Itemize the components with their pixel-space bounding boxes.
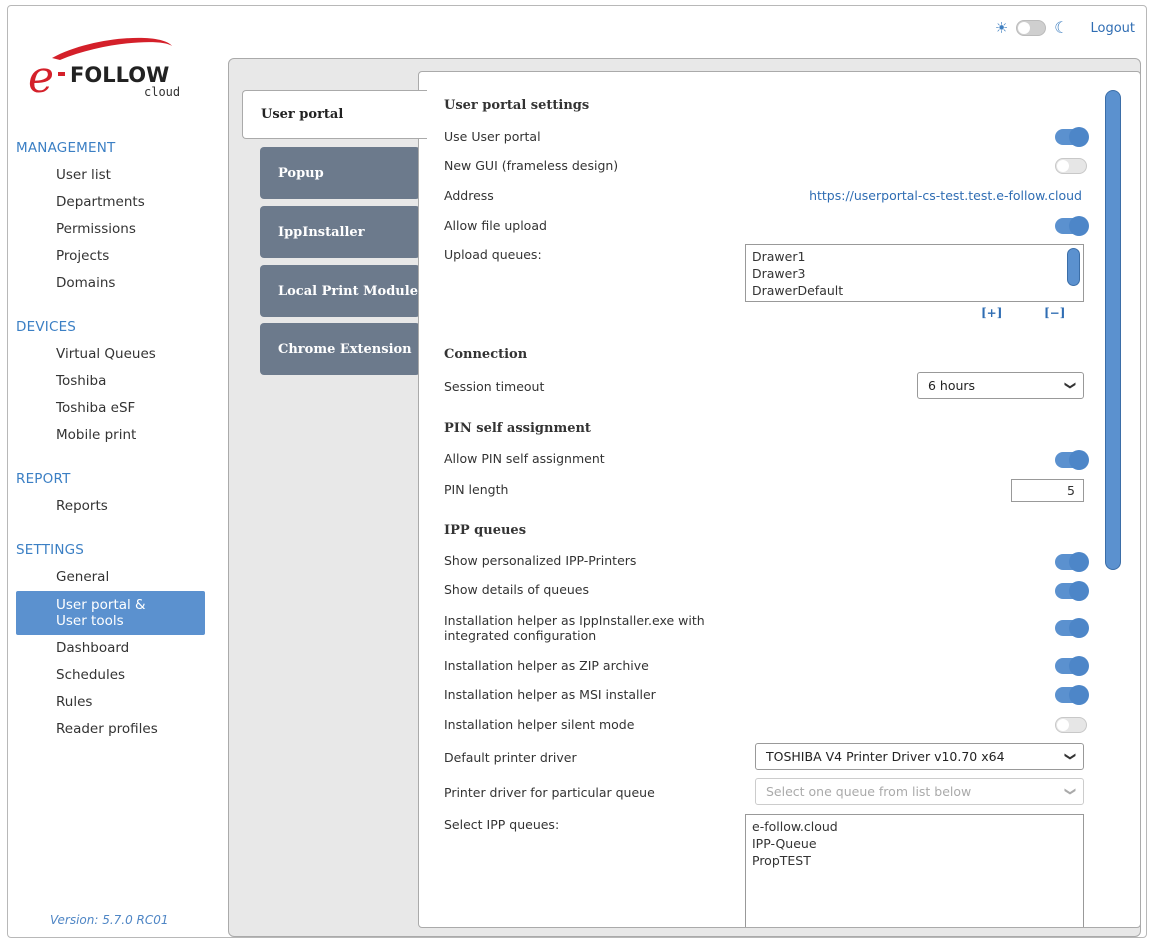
- pin-length-input[interactable]: 5: [1011, 479, 1084, 502]
- logo-follow: FOLLOW: [70, 63, 169, 87]
- logout-link[interactable]: Logout: [1090, 21, 1135, 36]
- toggle-allow-file-upload[interactable]: [1055, 216, 1089, 236]
- list-item[interactable]: Drawer1: [752, 248, 1077, 265]
- nav-projects[interactable]: Projects: [16, 243, 216, 270]
- list-item[interactable]: PropTEST: [752, 852, 1077, 869]
- list-item[interactable]: Drawer3: [752, 265, 1077, 282]
- list-item[interactable]: DrawerDefault: [752, 282, 1077, 299]
- label-show-details: Show details of queues: [444, 582, 590, 597]
- settings-panel: User portal settings Use User portal New…: [418, 71, 1141, 928]
- section-settings: SETTINGS: [16, 542, 85, 558]
- toggle-helper-zip[interactable]: [1055, 656, 1089, 676]
- nav-mobile-print[interactable]: Mobile print: [16, 422, 216, 449]
- toggle-show-details[interactable]: [1055, 581, 1089, 601]
- nav-toshiba[interactable]: Toshiba: [16, 368, 216, 395]
- section-devices: DEVICES: [16, 319, 77, 335]
- heading-ipp-queues: IPP queues: [444, 523, 527, 538]
- toggle-helper-exe[interactable]: [1055, 618, 1089, 638]
- nav-permissions[interactable]: Permissions: [16, 216, 216, 243]
- default-driver-select[interactable]: TOSHIBA V4 Printer Driver v10.70 x64 ❯: [755, 743, 1084, 770]
- tab-popup[interactable]: Popup: [260, 147, 420, 199]
- remove-queue-button[interactable]: [−]: [1044, 306, 1065, 320]
- logo-e: e: [28, 52, 54, 103]
- label-use-user-portal: Use User portal: [444, 129, 541, 144]
- list-item[interactable]: e-follow.cloud: [752, 818, 1077, 835]
- list-item[interactable]: IPP-Queue: [752, 835, 1077, 852]
- label-allow-pin: Allow PIN self assignment: [444, 451, 605, 466]
- label-select-ipp-queues: Select IPP queues:: [444, 817, 560, 832]
- label-helper-zip: Installation helper as ZIP archive: [444, 658, 649, 673]
- sun-icon: ☀: [994, 18, 1009, 37]
- chevron-down-icon: ❯: [1063, 786, 1077, 797]
- sidebar: MANAGEMENT User list Departments Permiss…: [16, 132, 216, 743]
- toggle-new-gui[interactable]: [1055, 158, 1087, 174]
- address-link[interactable]: https://userportal-cs-test.test.e-follow…: [809, 188, 1082, 203]
- heading-connection: Connection: [444, 347, 528, 362]
- section-management: MANAGEMENT: [16, 140, 116, 156]
- moon-icon: ☾: [1054, 18, 1069, 37]
- tab-ippinstaller[interactable]: IppInstaller: [260, 206, 420, 258]
- nav-user-list[interactable]: User list: [16, 162, 216, 189]
- nav-schedules[interactable]: Schedules: [16, 662, 216, 689]
- nav-domains[interactable]: Domains: [16, 270, 216, 297]
- nav-toshiba-esf[interactable]: Toshiba eSF: [16, 395, 216, 422]
- nav-departments[interactable]: Departments: [16, 189, 216, 216]
- toggle-helper-msi[interactable]: [1055, 685, 1089, 705]
- nav-reader-profiles[interactable]: Reader profiles: [16, 716, 216, 743]
- label-allow-file-upload: Allow file upload: [444, 218, 547, 233]
- nav-rules[interactable]: Rules: [16, 689, 216, 716]
- toggle-helper-silent[interactable]: [1055, 717, 1087, 733]
- tab-chrome-extension[interactable]: Chrome Extension: [260, 323, 420, 375]
- nav-dashboard[interactable]: Dashboard: [16, 635, 216, 662]
- heading-user-portal-settings: User portal settings: [444, 98, 590, 113]
- nav-virtual-queues[interactable]: Virtual Queues: [16, 341, 216, 368]
- nav-user-portal-tools[interactable]: User portal & User tools: [16, 591, 205, 635]
- toggle-allow-pin[interactable]: [1055, 450, 1089, 470]
- label-helper-silent: Installation helper silent mode: [444, 717, 635, 732]
- session-timeout-select[interactable]: 6 hours ❯: [917, 372, 1084, 399]
- particular-driver-select[interactable]: Select one queue from list below ❯: [755, 778, 1084, 805]
- label-default-driver: Default printer driver: [444, 750, 577, 765]
- label-new-gui: New GUI (frameless design): [444, 158, 619, 173]
- efollow-logo: e FOLLOW cloud: [28, 37, 180, 103]
- default-driver-value: TOSHIBA V4 Printer Driver v10.70 x64: [766, 749, 1005, 764]
- add-queue-button[interactable]: [+]: [981, 306, 1002, 320]
- label-pin-length: PIN length: [444, 482, 509, 497]
- version-label: Version: 5.7.0 RC01: [50, 913, 169, 927]
- session-timeout-value: 6 hours: [928, 378, 976, 393]
- label-show-personalized: Show personalized IPP-Printers: [444, 553, 637, 568]
- top-bar: ☀ ☾ Logout: [995, 20, 1135, 36]
- particular-driver-placeholder: Select one queue from list below: [766, 784, 972, 799]
- tab-local-print-module[interactable]: Local Print Module: [260, 265, 420, 317]
- label-session-timeout: Session timeout: [444, 379, 545, 394]
- nav-general[interactable]: General: [16, 564, 216, 591]
- chevron-down-icon: ❯: [1063, 751, 1077, 762]
- toggle-show-personalized[interactable]: [1055, 552, 1089, 572]
- ipp-queues-list[interactable]: e-follow.cloud IPP-Queue PropTEST: [745, 814, 1084, 927]
- label-helper-msi: Installation helper as MSI installer: [444, 687, 656, 702]
- nav-reports[interactable]: Reports: [16, 493, 216, 520]
- label-upload-queues: Upload queues:: [444, 247, 542, 262]
- heading-pin-self-assignment: PIN self assignment: [444, 421, 591, 436]
- logo-cloud: cloud: [144, 85, 180, 99]
- label-helper-exe: Installation helper as IppInstaller.exe …: [444, 613, 705, 643]
- list-scrollbar[interactable]: [1067, 248, 1080, 286]
- section-report: REPORT: [16, 471, 71, 487]
- toggle-use-user-portal[interactable]: [1055, 127, 1089, 147]
- chevron-down-icon: ❯: [1063, 380, 1077, 391]
- panel-scrollbar[interactable]: [1105, 90, 1121, 570]
- label-particular-driver: Printer driver for particular queue: [444, 785, 655, 800]
- tab-user-portal[interactable]: User portal: [242, 90, 427, 139]
- upload-queues-list[interactable]: Drawer1 Drawer3 DrawerDefault: [745, 244, 1084, 302]
- theme-toggle[interactable]: [1016, 20, 1047, 36]
- label-address: Address: [444, 188, 494, 203]
